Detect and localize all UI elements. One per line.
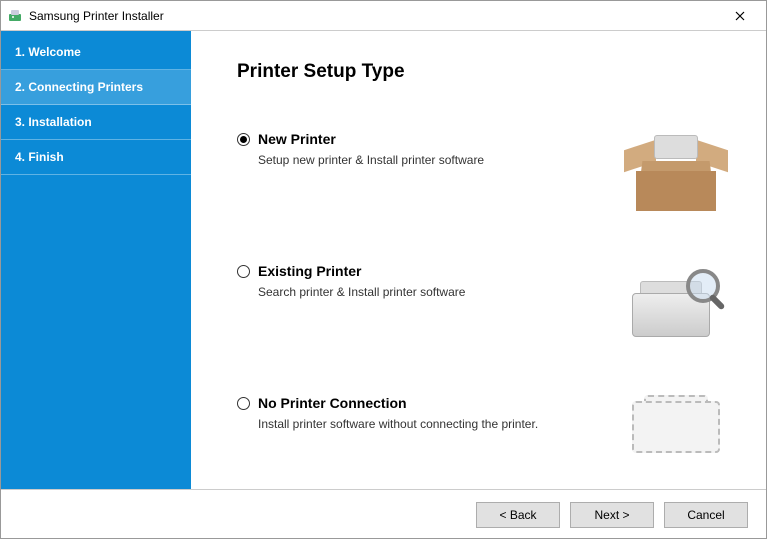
page-heading: Printer Setup Type <box>237 61 736 83</box>
option-description: Setup new printer & Install printer soft… <box>258 153 606 167</box>
app-icon <box>7 8 23 24</box>
option-new-printer: New Printer Setup new printer & Install … <box>237 131 736 215</box>
body: 1. Welcome 2. Connecting Printers 3. Ins… <box>1 31 766 489</box>
radio-existing-printer[interactable]: Existing Printer <box>237 263 606 279</box>
back-button[interactable]: < Back <box>476 502 560 528</box>
radio-indicator <box>237 133 250 146</box>
option-description: Install printer software without connect… <box>258 417 606 431</box>
sidebar-step-welcome[interactable]: 1. Welcome <box>1 35 191 70</box>
radio-label: New Printer <box>258 131 336 147</box>
window-title: Samsung Printer Installer <box>29 9 720 23</box>
new-printer-illustration <box>616 131 736 211</box>
radio-no-printer[interactable]: No Printer Connection <box>237 395 606 411</box>
existing-printer-illustration <box>616 263 736 343</box>
footer: < Back Next > Cancel <box>1 489 766 539</box>
radio-new-printer[interactable]: New Printer <box>237 131 606 147</box>
radio-indicator <box>237 265 250 278</box>
next-button[interactable]: Next > <box>570 502 654 528</box>
sidebar-step-connecting[interactable]: 2. Connecting Printers <box>1 70 191 105</box>
close-button[interactable] <box>720 2 760 30</box>
sidebar: 1. Welcome 2. Connecting Printers 3. Ins… <box>1 31 191 489</box>
main-panel: Printer Setup Type New Printer Setup new… <box>191 31 766 489</box>
option-existing-printer: Existing Printer Search printer & Instal… <box>237 263 736 347</box>
no-printer-illustration <box>616 395 736 459</box>
radio-label: Existing Printer <box>258 263 361 279</box>
option-no-printer: No Printer Connection Install printer so… <box>237 395 736 479</box>
radio-indicator <box>237 397 250 410</box>
sidebar-step-installation[interactable]: 3. Installation <box>1 105 191 140</box>
cancel-button[interactable]: Cancel <box>664 502 748 528</box>
option-description: Search printer & Install printer softwar… <box>258 285 606 299</box>
sidebar-step-finish[interactable]: 4. Finish <box>1 140 191 175</box>
radio-label: No Printer Connection <box>258 395 407 411</box>
titlebar: Samsung Printer Installer <box>1 1 766 31</box>
